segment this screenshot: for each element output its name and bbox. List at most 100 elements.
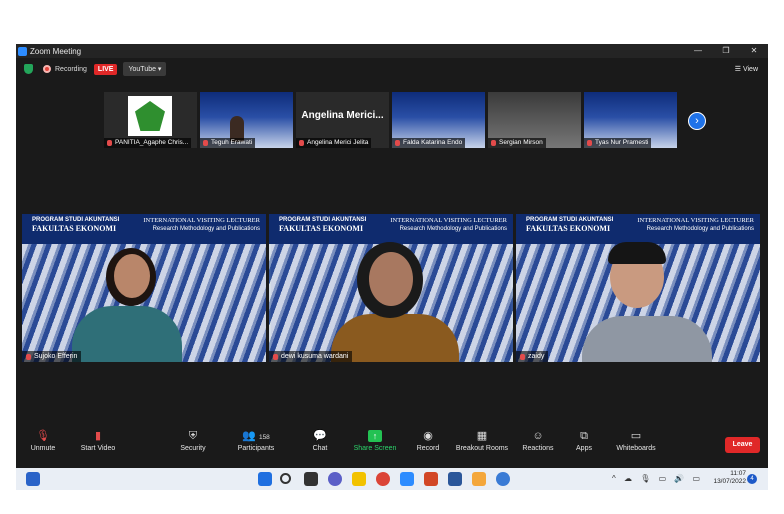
whiteboard-icon: ▭ <box>630 430 642 442</box>
participant-name: Sujoko Efferin <box>34 353 78 360</box>
apps-button[interactable]: ⧉ Apps <box>572 430 596 452</box>
chat-button[interactable]: 💬 Chat <box>306 430 334 452</box>
clock-date: 13/07/2022 <box>713 478 746 485</box>
participant-name: dewi kusuma wardani <box>281 353 349 360</box>
powerpoint-icon[interactable] <box>424 472 438 486</box>
whiteboards-button[interactable]: ▭ Whiteboards <box>612 430 660 452</box>
share-screen-button[interactable]: ↑ Share Screen <box>352 430 398 452</box>
share-screen-label: Share Screen <box>353 445 397 452</box>
video-tile[interactable]: PROGRAM STUDI AKUNTANSI FAKULTAS EKONOMI… <box>516 214 760 362</box>
settings-gear-icon[interactable] <box>496 472 510 486</box>
participants-button[interactable]: 👥 158 Participants <box>234 430 278 452</box>
start-video-label: Start Video <box>80 445 116 452</box>
banner-faculty: FAKULTAS EKONOMI <box>279 224 364 233</box>
stream-dropdown[interactable]: YouTube ▾ <box>123 62 167 76</box>
reactions-smiley-icon: ☺ <box>532 430 544 442</box>
participants-label: Participants <box>237 445 275 452</box>
teams-chat-icon[interactable] <box>328 472 342 486</box>
record-label: Record <box>416 445 440 452</box>
speaker-gallery: PROGRAM STUDI AKUNTANSI FAKULTAS EKONOMI… <box>22 214 760 362</box>
file-explorer-icon[interactable] <box>352 472 366 486</box>
breakout-rooms-button[interactable]: ▦ Breakout Rooms <box>454 430 510 452</box>
participants-icon: 👥 158 <box>242 430 270 442</box>
participant-name: Angelina Merici Jelita <box>307 139 369 146</box>
start-windows-icon[interactable] <box>258 472 272 486</box>
window-title: Zoom Meeting <box>30 46 82 56</box>
apps-icon: ⧉ <box>580 430 588 442</box>
chat-label: Chat <box>312 445 328 452</box>
clock-time: 11:07 <box>730 470 746 477</box>
breakout-label: Breakout Rooms <box>455 445 509 452</box>
mic-muted-icon <box>107 140 112 146</box>
task-view-icon[interactable] <box>304 472 318 486</box>
participant-display-name: Angelina Merici... <box>301 110 384 121</box>
mic-muted-icon <box>587 140 592 146</box>
video-tile[interactable]: PROGRAM STUDI AKUNTANSI FAKULTAS EKONOMI… <box>22 214 266 362</box>
leave-button[interactable]: Leave <box>725 437 760 453</box>
chrome-icon[interactable] <box>376 472 390 486</box>
chat-icon: 💬 <box>313 430 327 442</box>
participant-thumbnail[interactable]: Teguh Erawati <box>200 92 293 148</box>
record-button[interactable]: ◉ Record <box>414 430 442 452</box>
participant-name-label: Teguh Erawati <box>200 138 256 148</box>
mic-muted-icon <box>273 353 278 360</box>
meeting-toolbar: 🎙 Unmute ▮ Start Video ⛨ Security 👥 158 Part… <box>16 426 768 468</box>
close-button[interactable]: ✕ <box>740 44 768 58</box>
pinned-app-icon[interactable] <box>472 472 486 486</box>
participant-name: PANITIA_Agaphe Chris... <box>115 139 189 146</box>
security-button[interactable]: ⛨ Security <box>176 430 210 452</box>
mic-muted-icon <box>203 140 208 146</box>
system-tray-icons[interactable]: ^ ☁ 🎙 ▭ 🔊 ▭ <box>612 474 703 483</box>
zoom-app-icon[interactable] <box>400 472 414 486</box>
minimize-button[interactable]: — <box>684 44 712 58</box>
reactions-button[interactable]: ☺ Reactions <box>520 430 556 452</box>
participant-name-label: dewi kusuma wardani <box>269 351 353 362</box>
participant-name-label: Angelina Merici Jelita <box>296 138 372 148</box>
reactions-label: Reactions <box>522 445 554 452</box>
banner-topic: Research Methodology and Publications <box>152 226 260 232</box>
next-page-arrow-icon[interactable]: › <box>688 112 706 130</box>
restore-button[interactable]: ❐ <box>712 44 740 58</box>
breakout-grid-icon: ▦ <box>476 430 488 442</box>
unmute-button[interactable]: 🎙 Unmute <box>26 430 60 452</box>
participant-thumbnail[interactable]: Falda Katarina Endo <box>392 92 485 148</box>
security-shield-icon[interactable] <box>24 64 33 74</box>
participant-face <box>114 254 150 298</box>
mic-muted-icon <box>26 353 31 360</box>
video-off-icon: ▮ <box>94 430 102 442</box>
notification-badge[interactable]: 4 <box>747 474 757 484</box>
participant-name: Tyas Nur Pramesti <box>595 139 649 146</box>
participant-thumbnail[interactable]: Sergian Mirson <box>488 92 581 148</box>
clock[interactable]: 11:07 13/07/2022 <box>713 470 746 486</box>
event-banner: PROGRAM STUDI AKUNTANSI FAKULTAS EKONOMI… <box>22 214 266 244</box>
banner-faculty: FAKULTAS EKONOMI <box>32 224 117 233</box>
widgets-icon[interactable] <box>26 472 40 486</box>
event-banner: PROGRAM STUDI AKUNTANSI FAKULTAS EKONOMI… <box>269 214 513 244</box>
participant-video <box>582 316 712 362</box>
banner-topic: Research Methodology and Publications <box>646 226 754 232</box>
participant-name: zaidy <box>528 353 545 360</box>
banner-faculty: FAKULTAS EKONOMI <box>526 224 611 233</box>
live-badge[interactable]: LIVE <box>93 63 118 75</box>
video-tile-active-speaker[interactable]: PROGRAM STUDI AKUNTANSI FAKULTAS EKONOMI… <box>269 214 513 362</box>
participant-name-label: Sergian Mirson <box>488 138 546 148</box>
word-icon[interactable] <box>448 472 462 486</box>
search-icon[interactable] <box>280 473 291 484</box>
mic-muted-icon <box>299 140 304 146</box>
view-button[interactable]: ☰ View <box>735 65 758 73</box>
participants-count: 158 <box>258 434 270 441</box>
participant-thumbnail[interactable]: Angelina Merici... Angelina Merici Jelit… <box>296 92 389 148</box>
start-video-button[interactable]: ▮ Start Video <box>76 430 120 452</box>
participant-name: Falda Katarina Endo <box>403 139 463 146</box>
recording-dot-icon <box>43 65 51 73</box>
participant-name-label: Sujoko Efferin <box>22 351 82 362</box>
mic-muted-icon <box>491 140 496 146</box>
participant-thumbnail[interactable]: Tyas Nur Pramesti <box>584 92 677 148</box>
mic-muted-icon <box>520 353 525 360</box>
participant-thumbnail[interactable]: PANITIA_Agaphe Chris... <box>104 92 197 148</box>
participant-face <box>369 252 413 306</box>
banner-event: INTERNATIONAL VISITING LECTURER <box>143 217 260 224</box>
apps-label: Apps <box>576 445 592 452</box>
zoom-window: Zoom Meeting — ❐ ✕ Recording LIVE YouTub… <box>16 44 768 490</box>
mic-muted-icon: 🎙 <box>36 430 50 442</box>
